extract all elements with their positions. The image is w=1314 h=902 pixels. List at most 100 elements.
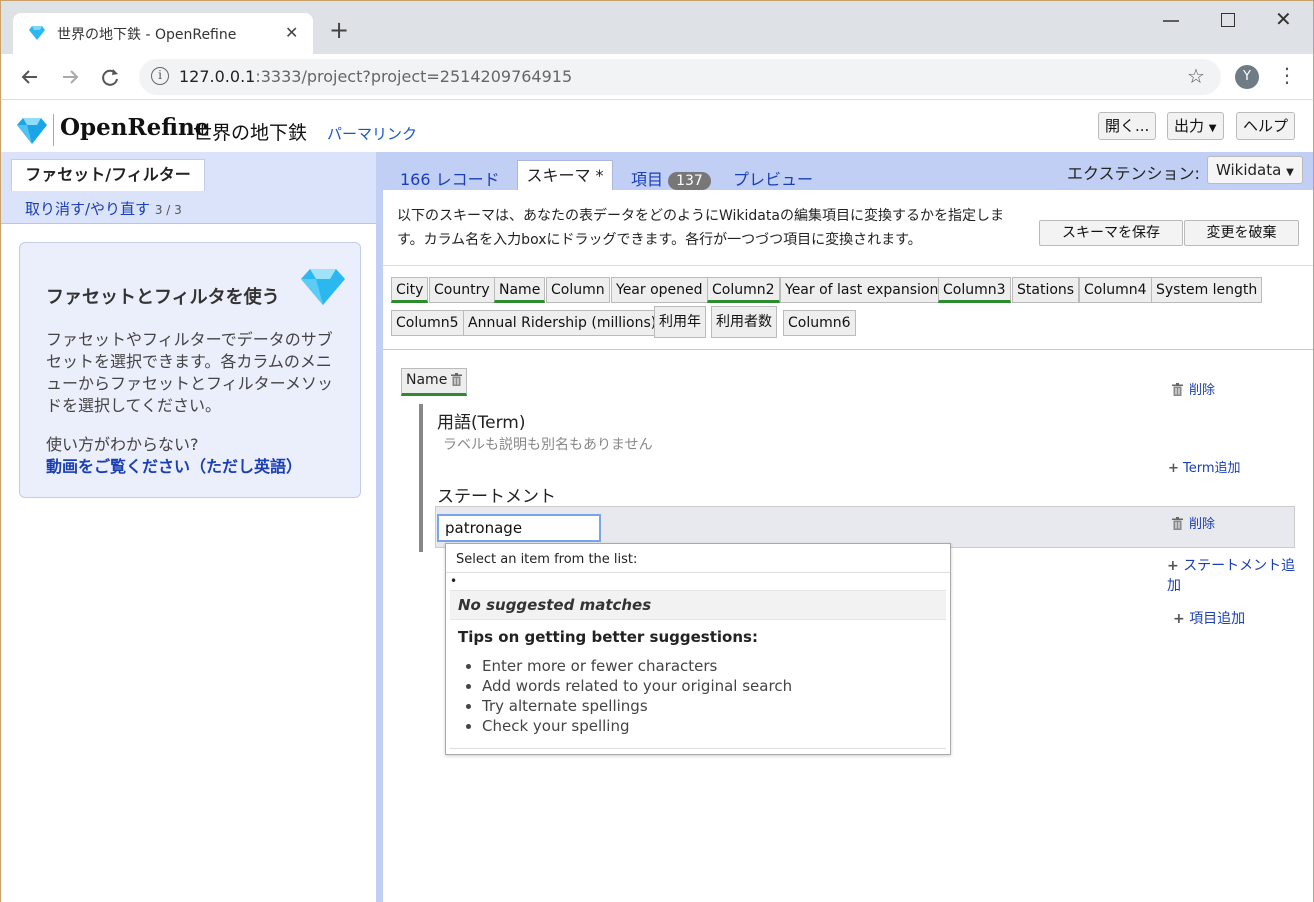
plus-icon: + xyxy=(1167,558,1179,574)
undo-redo-label: 取り消す/やり直す xyxy=(25,200,151,218)
help-question: 使い方がわからない? xyxy=(46,435,199,454)
column-chip[interactable]: Column3 xyxy=(938,277,1011,303)
divider xyxy=(450,748,946,749)
help-video-link[interactable]: 動画をご覧ください（ただし英語） xyxy=(46,453,302,477)
browser-toolbar: i 127.0.0.1:3333/project?project=2514209… xyxy=(0,54,1314,100)
browser-tab[interactable]: 世界の地下鉄 - OpenRefine ✕ xyxy=(13,13,313,55)
plus-icon: + xyxy=(1168,461,1179,476)
avatar[interactable]: Y xyxy=(1235,65,1259,89)
column-chip[interactable]: Column xyxy=(546,277,610,303)
trash-icon[interactable] xyxy=(451,373,463,386)
url-path: :3333/project?project=2514209764915 xyxy=(255,67,573,86)
info-icon[interactable]: i xyxy=(151,67,169,85)
trash-icon xyxy=(1172,383,1183,396)
column-chip[interactable]: Column2 xyxy=(707,277,780,303)
column-chip[interactable]: Column4 xyxy=(1079,277,1152,303)
permalink-link[interactable]: パーマリンク xyxy=(327,123,417,144)
tab-title: 世界の地下鉄 - OpenRefine xyxy=(57,27,237,43)
diamond-icon xyxy=(301,269,345,305)
plus-icon: + xyxy=(1173,611,1185,627)
url-text[interactable]: 127.0.0.1:3333/project?project=251420976… xyxy=(179,67,572,86)
help-button[interactable]: ヘルプ xyxy=(1236,112,1296,140)
delete-label: 削除 xyxy=(1189,383,1216,398)
tips-list: Enter more or fewer characters Add words… xyxy=(462,656,792,736)
panel-resizer[interactable] xyxy=(376,152,383,902)
open-button[interactable]: 開く... xyxy=(1098,112,1157,140)
subject-column-label: Name xyxy=(406,372,448,388)
openrefine-logo-icon xyxy=(17,118,47,144)
new-tab-button[interactable]: + xyxy=(329,18,349,42)
right-tab-bar: 166 レコード スキーマ * 項目 137 プレビュー エクステンション: W… xyxy=(383,152,1313,192)
maximize-icon[interactable] xyxy=(1221,13,1235,27)
help-body: ファセットやフィルターでデータのサブセットを選択できます。各カラムのメニューから… xyxy=(46,330,334,415)
tab-facet-filter[interactable]: ファセット/フィルター xyxy=(11,159,205,191)
term-empty-message: ラベルも説明も別名もありません xyxy=(443,437,653,453)
column-chip[interactable]: Column5 xyxy=(391,310,464,336)
chevron-down-icon: ▼ xyxy=(1208,123,1217,134)
add-statement-link[interactable]: + ステートメント追加 xyxy=(1167,556,1297,596)
list-item: Enter more or fewer characters xyxy=(482,656,792,676)
trash-icon xyxy=(1172,517,1183,530)
forward-arrow-icon[interactable] xyxy=(55,62,85,92)
kebab-menu-icon[interactable]: ⋮ xyxy=(1277,64,1297,86)
delete-item-link[interactable]: 削除 xyxy=(1172,379,1215,398)
reload-icon[interactable] xyxy=(95,62,125,92)
window-close-icon[interactable]: ✕ xyxy=(1275,7,1292,31)
empty-list-bullet: • xyxy=(450,574,458,588)
statement-heading: ステートメント xyxy=(437,487,556,507)
item-indent-bar xyxy=(419,404,423,552)
app-name[interactable]: OpenRefine xyxy=(60,114,209,141)
logo-divider xyxy=(53,114,54,146)
undo-redo-link[interactable]: 取り消す/やり直す 3 / 3 xyxy=(25,198,182,219)
items-count-badge: 137 xyxy=(668,172,711,190)
delete-statement-link[interactable]: 削除 xyxy=(1172,513,1215,532)
discard-changes-button[interactable]: 変更を破棄 xyxy=(1184,220,1299,246)
column-chip[interactable]: Stations xyxy=(1012,277,1080,303)
column-chip[interactable]: Year of last expansion xyxy=(780,277,944,303)
export-button[interactable]: 出力 ▼ xyxy=(1167,112,1224,140)
help-title: ファセットとフィルタを使う xyxy=(46,287,280,308)
browser-tab-strip: 世界の地下鉄 - OpenRefine ✕ + ✕ xyxy=(0,0,1314,55)
tips-title: Tips on getting better suggestions: xyxy=(458,628,758,646)
close-tab-icon[interactable]: ✕ xyxy=(285,23,298,42)
divider xyxy=(446,572,950,573)
column-chip[interactable]: System length xyxy=(1151,277,1263,303)
left-panel: ファセット/フィルター 取り消す/やり直す 3 / 3 ファセットとフィルタを使… xyxy=(0,152,377,902)
add-item-link[interactable]: + 項目追加 xyxy=(1173,608,1245,628)
column-chip[interactable]: 利用者数 xyxy=(711,306,777,338)
column-chip[interactable]: Column6 xyxy=(783,310,856,336)
tab-records[interactable]: 166 レコード xyxy=(400,166,500,190)
column-chip[interactable]: Annual Ridership (millions) xyxy=(463,310,662,336)
tab-schema[interactable]: スキーマ * xyxy=(517,160,613,192)
project-name[interactable]: 世界の地下鉄 xyxy=(193,118,307,145)
delete-statement-label: 削除 xyxy=(1189,517,1216,532)
minimize-icon[interactable] xyxy=(1161,11,1181,31)
back-arrow-icon[interactable] xyxy=(15,62,45,92)
facet-help-box: ファセットとフィルタを使う ファセットやフィルターでデータのサブセットを選択でき… xyxy=(19,242,361,498)
export-button-label: 出力 xyxy=(1174,117,1205,135)
add-term-link[interactable]: + Term追加 xyxy=(1168,457,1241,476)
column-chip[interactable]: Year opened xyxy=(611,277,708,303)
help-button-label: ヘルプ xyxy=(1243,117,1289,135)
column-chip[interactable]: Country xyxy=(429,277,495,303)
property-input[interactable] xyxy=(437,514,601,542)
list-item: Add words related to your original searc… xyxy=(482,676,792,696)
column-chip[interactable]: Name xyxy=(494,277,546,303)
column-chip[interactable]: City xyxy=(391,277,429,303)
extension-label: エクステンション: xyxy=(1067,164,1200,183)
save-schema-button[interactable]: スキーマを保存 xyxy=(1039,220,1183,246)
no-matches-message: No suggested matches xyxy=(450,590,946,620)
tab-items[interactable]: 項目 137 xyxy=(631,166,711,190)
extension-select-value: Wikidata xyxy=(1216,161,1282,179)
tab-items-label: 項目 xyxy=(631,170,664,189)
subject-column-chip[interactable]: Name xyxy=(401,368,468,396)
star-icon[interactable]: ☆ xyxy=(1187,64,1205,88)
left-tab-bar: ファセット/フィルター 取り消す/やり直す 3 / 3 xyxy=(1,152,377,224)
extension-select[interactable]: Wikidata ▼ xyxy=(1207,156,1303,184)
tab-preview[interactable]: プレビュー xyxy=(733,166,813,190)
column-chip[interactable]: 利用年 xyxy=(654,306,706,338)
address-bar[interactable]: i 127.0.0.1:3333/project?project=2514209… xyxy=(139,59,1221,95)
add-statement-label: ステートメント追加 xyxy=(1167,558,1296,594)
schema-header: 以下のスキーマは、あなたの表データをどのようにWikidataの編集項目に変換す… xyxy=(383,190,1313,266)
undo-count: 3 / 3 xyxy=(154,203,182,217)
